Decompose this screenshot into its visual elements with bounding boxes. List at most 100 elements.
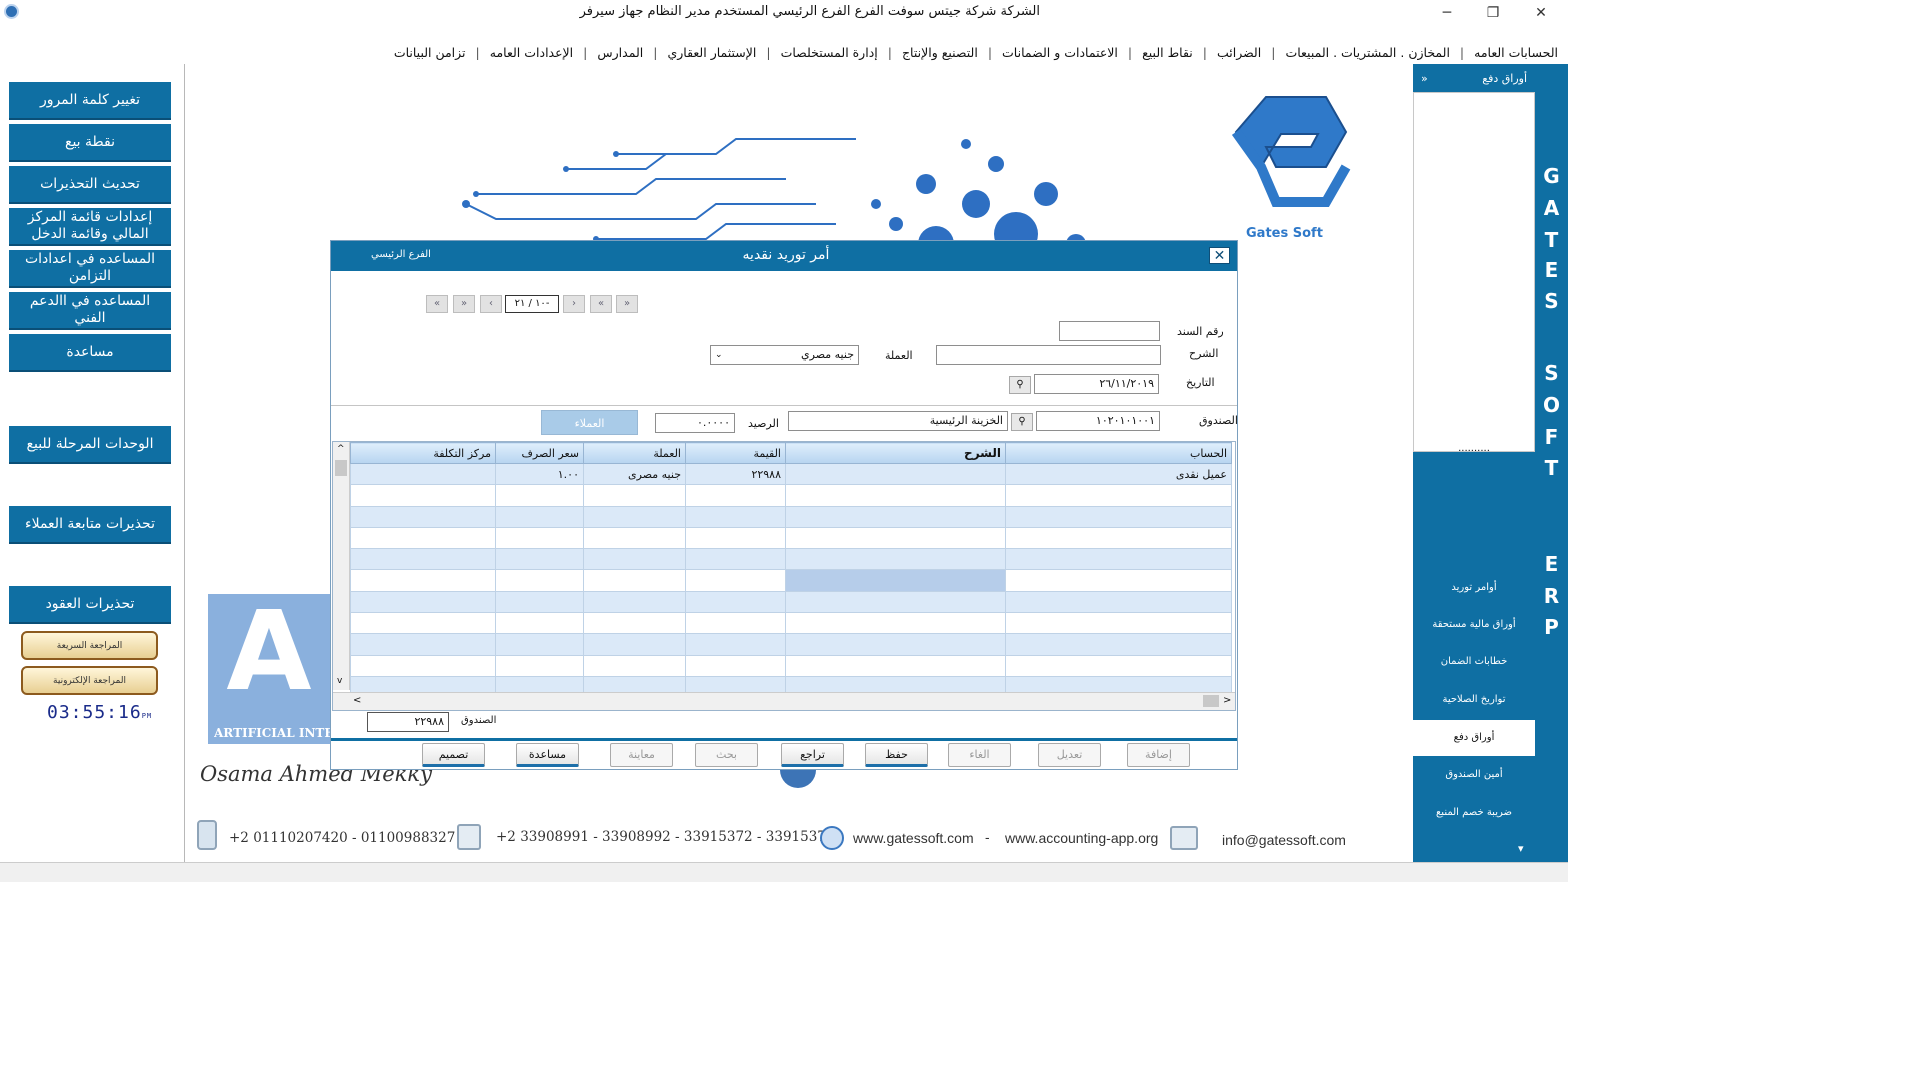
- grid-cell[interactable]: عميل نقدى: [1005, 462, 1232, 486]
- grid-cell[interactable]: [1005, 526, 1232, 550]
- grid-column-header[interactable]: القيمة: [685, 442, 786, 464]
- grid-cell[interactable]: [685, 569, 786, 592]
- dialog-button-4[interactable]: تراجع: [781, 743, 844, 767]
- menu-item-5[interactable]: التصنيع والإنتاج: [892, 45, 988, 60]
- description-field[interactable]: [936, 345, 1161, 365]
- grid-cell[interactable]: [685, 526, 786, 550]
- left-button-8[interactable]: تحذيرات متابعة العملاء: [9, 506, 171, 544]
- grid-cell[interactable]: [495, 505, 584, 528]
- grid-cell[interactable]: [685, 505, 786, 528]
- website-secondary[interactable]: www.accounting-app.org: [1005, 830, 1158, 846]
- grid-vertical-scrollbar[interactable]: ^ v: [333, 442, 350, 690]
- collapse-icon[interactable]: «: [1421, 72, 1428, 85]
- menu-item-8[interactable]: المدارس: [587, 45, 653, 60]
- left-button-7[interactable]: الوحدات المرحلة للبيع: [9, 426, 171, 464]
- nav-first-icon[interactable]: »: [616, 295, 638, 313]
- grid-cell[interactable]: [785, 462, 1006, 486]
- review-button-0[interactable]: المراجعة السريعة: [21, 631, 158, 660]
- menu-item-3[interactable]: نقاط البيع: [1132, 45, 1203, 60]
- grid-cell[interactable]: [583, 548, 686, 571]
- menu-item-4[interactable]: الاعتمادات و الضمانات: [992, 45, 1128, 60]
- grid-cell[interactable]: [495, 654, 584, 677]
- table-row[interactable]: [350, 505, 1232, 528]
- scroll-down-icon[interactable]: ▾: [1518, 842, 1524, 855]
- dialog-button-1[interactable]: تعديل: [1038, 743, 1101, 767]
- grid-cell[interactable]: [583, 505, 686, 528]
- grid-cell[interactable]: [1005, 590, 1232, 614]
- grid-cell[interactable]: ١.٠٠: [495, 462, 584, 486]
- right-nav-item-6[interactable]: ضريبة خصم المنبع: [1413, 795, 1535, 831]
- scroll-thumb[interactable]: [335, 460, 347, 476]
- dialog-button-6[interactable]: معاينة: [610, 743, 673, 767]
- grid-cell[interactable]: [583, 633, 686, 656]
- right-nav-item-4[interactable]: أوراق دفع: [1413, 720, 1535, 756]
- left-button-0[interactable]: تغيير كلمة المرور: [9, 82, 171, 120]
- grid-cell[interactable]: [685, 484, 786, 507]
- grid-cell[interactable]: [495, 569, 584, 592]
- left-button-2[interactable]: تحديث التحذيرات: [9, 166, 171, 204]
- grid-cell[interactable]: [583, 612, 686, 635]
- menu-item-10[interactable]: تزامن البيانات: [384, 45, 476, 60]
- grid-cell[interactable]: [785, 548, 1006, 571]
- table-row[interactable]: [350, 548, 1232, 571]
- cashbox-name-field[interactable]: الخزينة الرئيسية: [788, 411, 1008, 431]
- nav-prev-page-icon[interactable]: «: [590, 295, 612, 313]
- currency-select[interactable]: جنيه مصري ⌄: [710, 345, 859, 365]
- review-button-1[interactable]: المراجعة الإلكترونية: [21, 666, 158, 695]
- doc-no-field[interactable]: [1059, 321, 1160, 341]
- grid-cell[interactable]: [495, 590, 584, 614]
- grid-cell[interactable]: [1005, 548, 1232, 571]
- grid-column-header[interactable]: الحساب: [1005, 442, 1232, 464]
- scroll-up-icon[interactable]: ^: [337, 444, 345, 454]
- dialog-close-icon[interactable]: ✕: [1209, 247, 1230, 264]
- grid-cell[interactable]: [350, 612, 496, 635]
- dialog-button-0[interactable]: إضافة: [1127, 743, 1190, 767]
- table-row[interactable]: [350, 654, 1232, 677]
- table-row[interactable]: [350, 526, 1232, 550]
- left-button-6[interactable]: مساعدة: [9, 334, 171, 372]
- scroll-down-grid-icon[interactable]: v: [337, 676, 342, 686]
- left-button-1[interactable]: نقطة بيع: [9, 124, 171, 162]
- grid-cell[interactable]: [785, 505, 1006, 528]
- date-field[interactable]: ٢٦/١١/٢٠١٩: [1034, 374, 1159, 394]
- grid-cell[interactable]: [685, 590, 786, 614]
- dialog-button-7[interactable]: مساعدة: [516, 743, 579, 767]
- grid-cell[interactable]: [350, 569, 496, 592]
- menu-item-2[interactable]: الضرائب: [1207, 45, 1271, 60]
- left-button-5[interactable]: المساعده في االدعم الفني: [9, 292, 171, 330]
- dialog-button-8[interactable]: تصميم: [422, 743, 485, 767]
- grid-cell[interactable]: [583, 569, 686, 592]
- grid-cell[interactable]: [350, 505, 496, 528]
- right-nav-item-0[interactable]: أوامر توريد: [1413, 570, 1535, 606]
- grid-cell[interactable]: [495, 526, 584, 550]
- grid-cell[interactable]: [495, 612, 584, 635]
- grid-cell[interactable]: [350, 590, 496, 614]
- table-row[interactable]: [350, 484, 1232, 507]
- grid-column-header[interactable]: العملة: [583, 442, 686, 464]
- scroll-right-icon[interactable]: >: [1223, 695, 1231, 706]
- minimize-button[interactable]: ─: [1424, 0, 1470, 25]
- close-window-button[interactable]: ✕: [1518, 0, 1564, 25]
- grid-cell[interactable]: [1005, 484, 1232, 507]
- dialog-button-5[interactable]: بحث: [695, 743, 758, 767]
- grid-cell[interactable]: [583, 654, 686, 677]
- nav-prev-icon[interactable]: ›: [563, 295, 585, 313]
- grid-cell[interactable]: [350, 654, 496, 677]
- nav-next-icon[interactable]: ‹: [480, 295, 502, 313]
- grid-column-header[interactable]: سعر الصرف: [495, 442, 584, 464]
- date-search-icon[interactable]: ⚲: [1009, 376, 1031, 394]
- website-primary[interactable]: www.gatessoft.com: [853, 830, 974, 846]
- grid-cell[interactable]: [495, 548, 584, 571]
- table-row[interactable]: [350, 590, 1232, 614]
- scroll-left-icon[interactable]: <: [353, 695, 361, 706]
- grid-cell[interactable]: [350, 526, 496, 550]
- nav-next-page-icon[interactable]: »: [453, 295, 475, 313]
- grid-cell[interactable]: [350, 633, 496, 656]
- menu-item-0[interactable]: الحسابات العامه: [1464, 45, 1568, 60]
- dialog-button-2[interactable]: الغاء: [948, 743, 1011, 767]
- email-address[interactable]: info@gatessoft.com: [1222, 832, 1346, 848]
- right-nav-item-1[interactable]: أوراق مالية مستحقة: [1413, 607, 1535, 643]
- menu-item-9[interactable]: الإعدادات العامه: [480, 45, 583, 60]
- grid-cell[interactable]: ٢٢٩٨٨: [685, 462, 786, 486]
- grid-cell[interactable]: [785, 590, 1006, 614]
